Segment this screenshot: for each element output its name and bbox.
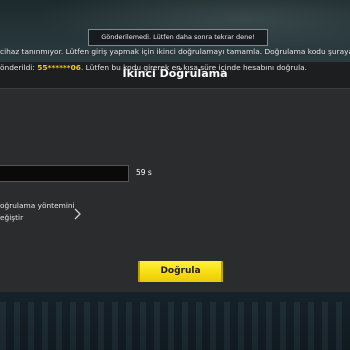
verification-code-input[interactable] [0,165,129,182]
chevron-right-icon[interactable] [73,208,81,220]
description-line-1: cihaz tanınmıyor. Lütfen giriş yapmak iç… [0,47,350,56]
resend-countdown: 59 s [136,168,152,177]
description-line-2-prefix: önderildi: [0,63,38,72]
page: Gönderilemedi. Lütfen daha sonra tekrar … [0,0,350,350]
toast-message: Gönderilemedi. Lütfen daha sonra tekrar … [101,33,255,41]
verification-description: cihaz tanınmıyor. Lütfen giriş yapmak iç… [0,44,350,76]
description-line-2-suffix: . Lütfen bu kodu girerek en kısa süre iç… [80,63,308,72]
game-background-bottom [0,292,350,350]
description-line-2: önderildi: 55******06. Lütfen bu kodu gi… [0,60,350,76]
verify-button[interactable]: Doğrula [138,261,223,282]
masked-phone-number: 55******06 [37,63,81,72]
